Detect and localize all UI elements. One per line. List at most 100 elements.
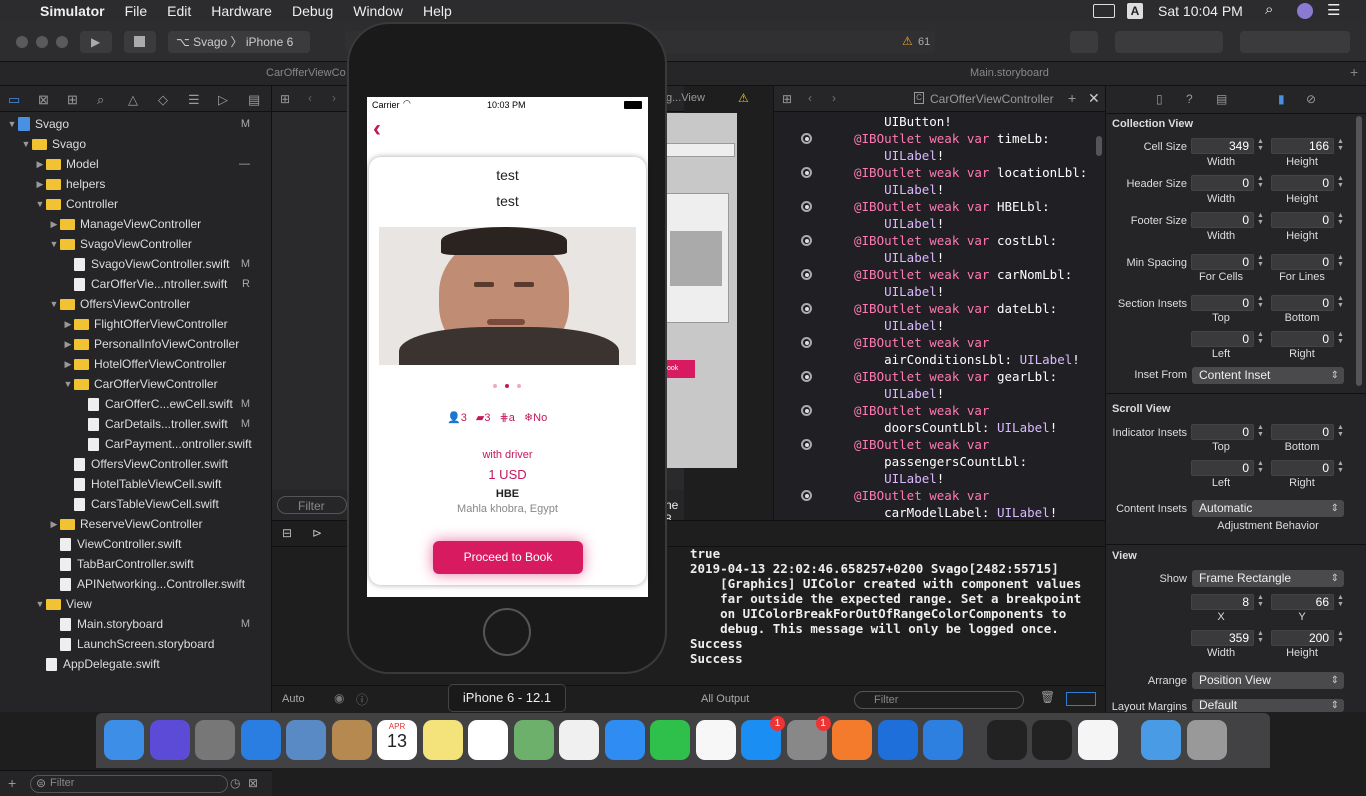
h-field[interactable]: 200 xyxy=(1271,630,1334,646)
calendar-icon[interactable]: APR 13 xyxy=(377,720,417,760)
indicator-left-stepper[interactable]: ▲ ▼ xyxy=(1256,460,1265,476)
report-nav-icon[interactable]: ▤ xyxy=(248,92,260,108)
app-store-icon[interactable]: 1 xyxy=(741,716,785,760)
header-height-stepper[interactable]: ▲ ▼ xyxy=(1336,175,1345,191)
system-preferences-icon[interactable]: 1 xyxy=(786,716,831,760)
y-stepper[interactable]: ▲ ▼ xyxy=(1336,594,1345,610)
indicator-bottom-stepper[interactable]: ▲ ▼ xyxy=(1336,424,1345,440)
source-control-icon[interactable]: ⊠ xyxy=(38,92,49,108)
eye-icon[interactable]: ◉ xyxy=(334,691,344,705)
min-cells-stepper[interactable]: ▲ ▼ xyxy=(1256,254,1265,270)
tree-item[interactable]: ▶ FlightOfferViewController xyxy=(0,314,260,334)
mail-icon[interactable] xyxy=(286,720,326,760)
safari-icon[interactable] xyxy=(240,720,281,760)
header-width-stepper[interactable]: ▲ ▼ xyxy=(1256,175,1265,191)
back-icon[interactable]: ‹ xyxy=(308,91,312,105)
disclosure-icon[interactable]: ▼ xyxy=(48,239,60,249)
tree-item[interactable]: ▶ Model — xyxy=(0,154,260,174)
trash-console-icon[interactable]: 🗑 xyxy=(1040,690,1055,704)
back-icon-2[interactable]: ‹ xyxy=(808,91,812,105)
code-scrollbar[interactable] xyxy=(1096,136,1102,156)
outlet-connection-icon[interactable] xyxy=(801,337,812,348)
textedit-icon[interactable] xyxy=(1077,720,1118,760)
car-photo[interactable] xyxy=(379,227,636,365)
issue-nav-icon[interactable]: △ xyxy=(128,92,138,108)
w-field[interactable]: 359 xyxy=(1191,630,1254,646)
console-output[interactable]: true 2019-04-13 22:02:46.658257+0200 Sva… xyxy=(690,546,1100,684)
section-bottom-field[interactable]: 0 xyxy=(1271,295,1334,311)
notes-icon[interactable] xyxy=(422,720,463,760)
attributes-inspector-icon[interactable]: ▮ xyxy=(1278,92,1285,106)
related-items-icon[interactable]: ⊞ xyxy=(280,92,290,106)
help-inspector-icon[interactable]: ? xyxy=(1186,92,1193,106)
indicator-top-field[interactable]: 0 xyxy=(1191,424,1254,440)
section-right-stepper[interactable]: ▲ ▼ xyxy=(1336,331,1345,347)
launchpad-icon[interactable] xyxy=(195,720,235,760)
x-field[interactable]: 8 xyxy=(1191,594,1254,610)
trash-icon[interactable] xyxy=(1186,720,1227,760)
stop-button[interactable] xyxy=(124,31,156,53)
disclosure-icon[interactable]: ▶ xyxy=(62,319,74,330)
indicator-right-stepper[interactable]: ▲ ▼ xyxy=(1336,460,1345,476)
connections-inspector-icon[interactable]: ⊘ xyxy=(1306,92,1316,106)
tree-item[interactable]: APINetworking...Controller.swift xyxy=(0,574,260,594)
identity-inspector-icon[interactable]: ▤ xyxy=(1216,92,1227,106)
disclosure-icon[interactable]: ▼ xyxy=(62,379,74,389)
w-stepper[interactable]: ▲ ▼ xyxy=(1256,630,1265,646)
zoom-select[interactable]: Auto xyxy=(282,693,305,705)
activity-monitor-icon[interactable] xyxy=(986,720,1027,760)
outlet-connection-icon[interactable] xyxy=(801,439,812,450)
code-editor[interactable]: ⊞ ‹ › C CarOfferViewController + ✕ UIBut… xyxy=(773,86,1106,520)
menu-debug[interactable]: Debug xyxy=(282,3,343,19)
tree-item[interactable]: ▼ Svago M xyxy=(0,114,260,134)
menu-window[interactable]: Window xyxy=(343,3,413,19)
section-bottom-stepper[interactable]: ▲ ▼ xyxy=(1336,295,1345,311)
file-inspector-icon[interactable]: ▯ xyxy=(1156,92,1163,106)
tab-caroffer[interactable]: CarOfferViewCo xyxy=(266,67,346,79)
offer-card[interactable]: test test 👤3 ▰3 ⋕a ❄No with driver 1 USD… xyxy=(369,157,646,585)
outlet-connection-icon[interactable] xyxy=(801,269,812,280)
tree-item[interactable]: AppDelegate.swift xyxy=(0,654,260,674)
tree-item[interactable]: CarsTableViewCell.swift xyxy=(0,494,260,514)
indicator-right-field[interactable]: 0 xyxy=(1271,460,1334,476)
folder-nav-icon[interactable]: ▭ xyxy=(8,92,20,108)
header-height-field[interactable]: 0 xyxy=(1271,175,1334,191)
outlet-connection-icon[interactable] xyxy=(801,405,812,416)
disclosure-icon[interactable]: ▼ xyxy=(6,119,18,129)
scheme-selector[interactable]: ⌥ Svago 〉 iPhone 6 xyxy=(168,31,310,53)
add-editor-icon[interactable]: + xyxy=(1068,90,1076,106)
disclosure-icon[interactable]: ▼ xyxy=(34,599,46,609)
info-icon[interactable]: ⓘ xyxy=(356,691,368,708)
tree-item[interactable]: HotelTableViewCell.swift xyxy=(0,474,260,494)
cell-height-stepper[interactable]: ▲ ▼ xyxy=(1336,138,1345,154)
display-icon[interactable] xyxy=(1093,4,1115,18)
outlet-connection-icon[interactable] xyxy=(801,303,812,314)
close-editor-icon[interactable]: ✕ xyxy=(1088,90,1100,107)
inset-from-popup[interactable]: Content Inset xyxy=(1192,367,1344,384)
section-left-field[interactable]: 0 xyxy=(1191,331,1254,347)
recent-filter-icon[interactable]: ◷ xyxy=(230,776,240,790)
disclosure-icon[interactable]: ▶ xyxy=(34,159,46,170)
tree-item[interactable]: ▶ ManageViewController xyxy=(0,214,260,234)
min-lines-stepper[interactable]: ▲ ▼ xyxy=(1336,254,1345,270)
footer-height-field[interactable]: 0 xyxy=(1271,212,1334,228)
outlet-connection-icon[interactable] xyxy=(801,371,812,382)
output-select[interactable]: All Output xyxy=(701,693,749,705)
tree-item[interactable]: ▶ helpers xyxy=(0,174,260,194)
tree-item[interactable]: ▼ SvagoViewController xyxy=(0,234,260,254)
tree-item[interactable]: CarOfferVie...ntroller.swift R xyxy=(0,274,260,294)
min-cells-field[interactable]: 0 xyxy=(1191,254,1254,270)
minimize-window-button[interactable] xyxy=(36,36,48,48)
code-breadcrumb[interactable]: CarOfferViewController xyxy=(930,92,1054,106)
section-right-field[interactable]: 0 xyxy=(1271,331,1334,347)
outlet-connection-icon[interactable] xyxy=(801,490,812,501)
tree-item[interactable]: CarOfferC...ewCell.swift M xyxy=(0,394,260,414)
tab-main-storyboard[interactable]: Main.storyboard xyxy=(970,67,1049,79)
menu-help[interactable]: Help xyxy=(413,3,462,19)
cell-width-stepper[interactable]: ▲ ▼ xyxy=(1256,138,1265,154)
add-tab-button[interactable]: + xyxy=(1350,64,1358,80)
menu-hardware[interactable]: Hardware xyxy=(201,3,282,19)
page-indicator[interactable] xyxy=(493,384,523,390)
section-left-stepper[interactable]: ▲ ▼ xyxy=(1256,331,1265,347)
breakpoints-toggle-icon[interactable]: ⊳ xyxy=(312,526,322,540)
